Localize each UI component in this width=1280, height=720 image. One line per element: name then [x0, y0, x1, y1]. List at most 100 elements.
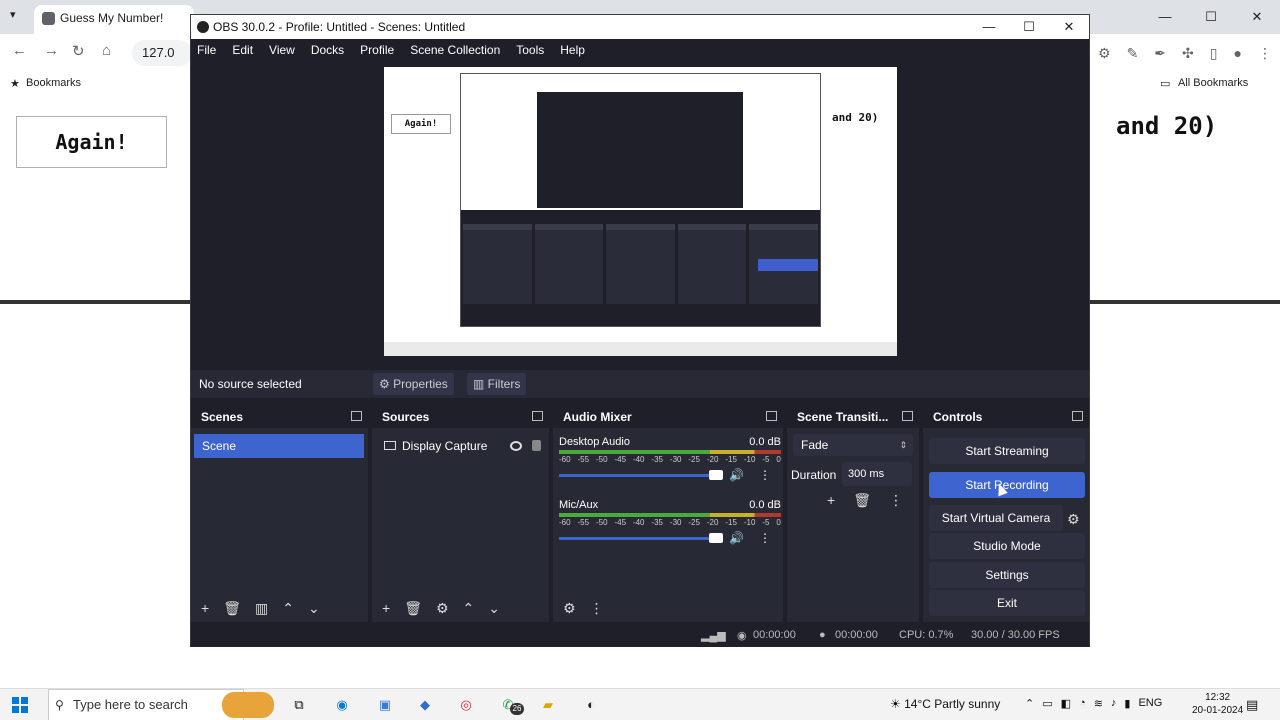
remove-source-icon[interactable]: 🗑: [404, 600, 422, 617]
undock-icon[interactable]: [766, 411, 777, 421]
task-view-icon[interactable]: ⧉: [288, 694, 310, 716]
mixer-menu-icon[interactable]: ⋮: [590, 600, 604, 617]
channel-menu-icon[interactable]: ⋮: [759, 531, 771, 545]
tray-volume-icon[interactable]: ♪: [1111, 697, 1117, 710]
start-streaming-button[interactable]: Start Streaming: [929, 438, 1085, 464]
extension-icon[interactable]: ⚙: [1098, 45, 1111, 62]
undock-icon[interactable]: [1072, 411, 1083, 421]
transition-menu-icon[interactable]: ⋮: [889, 492, 903, 509]
menu-view[interactable]: View: [269, 39, 295, 61]
tab-search-icon[interactable]: ▾: [10, 8, 16, 21]
profile-icon[interactable]: ●: [1233, 45, 1241, 61]
pen-icon[interactable]: ✒: [1154, 45, 1166, 62]
menu-tools[interactable]: Tools: [516, 39, 544, 61]
language-indicator[interactable]: ENG: [1138, 697, 1162, 710]
scene-transitions-header: Scene Transiti...: [787, 406, 919, 428]
channel-menu-icon[interactable]: ⋮: [759, 468, 771, 482]
speaker-icon[interactable]: 🔊: [729, 468, 744, 482]
volume-slider-handle[interactable]: [709, 533, 723, 543]
maximize-icon[interactable]: ☐: [1009, 15, 1049, 39]
remove-scene-icon[interactable]: 🗑: [223, 600, 241, 617]
menu-help[interactable]: Help: [560, 39, 585, 61]
move-down-icon[interactable]: ⌄: [308, 600, 320, 617]
home-icon[interactable]: ⌂: [102, 42, 111, 59]
maximize-icon[interactable]: ☐: [1188, 0, 1234, 34]
tray-app-icon[interactable]: ▭: [1042, 697, 1052, 710]
bookmarks-star-icon: ★: [10, 78, 20, 90]
start-recording-button[interactable]: Start Recording: [929, 472, 1085, 498]
undock-icon[interactable]: [351, 411, 362, 421]
volume-slider[interactable]: [559, 474, 709, 477]
add-transition-icon[interactable]: +: [827, 492, 835, 509]
notification-icon[interactable]: ▤: [1246, 697, 1258, 713]
store-icon[interactable]: ▣: [374, 694, 396, 716]
properties-button[interactable]: ⚙ Properties: [373, 373, 454, 395]
edit-icon[interactable]: ✎: [1127, 45, 1139, 62]
add-source-icon[interactable]: +: [382, 600, 390, 616]
scene-list-item[interactable]: Scene: [194, 434, 364, 458]
chrome-icon[interactable]: ◎: [455, 694, 477, 716]
edge-icon[interactable]: ◉: [331, 694, 353, 716]
bookmarks-label[interactable]: Bookmarks: [26, 77, 81, 89]
browser-tab[interactable]: Guess My Number!: [34, 5, 194, 34]
move-up-icon[interactable]: ⌃: [282, 600, 294, 617]
remove-transition-icon[interactable]: 🗑: [853, 492, 871, 509]
windows-start-icon[interactable]: [12, 697, 28, 713]
minimize-icon[interactable]: —: [969, 15, 1009, 39]
menu-docks[interactable]: Docks: [311, 39, 344, 61]
tray-wifi-icon[interactable]: ≋: [1094, 697, 1103, 710]
exit-button[interactable]: Exit: [929, 590, 1085, 616]
scene-filters-icon[interactable]: ▥: [255, 600, 268, 617]
close-icon[interactable]: ✕: [1049, 15, 1089, 39]
reload-icon[interactable]: ↻: [72, 42, 85, 60]
undock-icon[interactable]: [902, 411, 913, 421]
scale-tick: -25: [688, 518, 700, 527]
tray-battery-icon[interactable]: ▮: [1124, 697, 1130, 710]
menu-file[interactable]: File: [197, 39, 216, 61]
menu-edit[interactable]: Edit: [232, 39, 253, 61]
menu-scene-collection[interactable]: Scene Collection: [410, 39, 500, 61]
close-icon[interactable]: ✕: [1234, 0, 1280, 34]
tray-app-icon[interactable]: ◧: [1061, 697, 1071, 710]
vscode-icon[interactable]: ◆: [414, 694, 436, 716]
virtual-camera-settings-icon[interactable]: ⚙: [1067, 511, 1080, 528]
advanced-audio-icon[interactable]: ⚙: [563, 600, 576, 617]
taskbar-clock[interactable]: 12:32 20-01-2024: [1192, 691, 1243, 717]
source-list-item[interactable]: Display Capture: [382, 434, 542, 458]
minimize-icon[interactable]: —: [1142, 0, 1188, 34]
speaker-icon[interactable]: 🔊: [729, 531, 744, 545]
add-scene-icon[interactable]: +: [201, 600, 209, 616]
file-explorer-icon[interactable]: ▰: [537, 694, 559, 716]
puzzle-icon[interactable]: ✣: [1182, 45, 1194, 62]
news-widget-icon[interactable]: [222, 692, 274, 718]
taskbar-search[interactable]: ⚲ Type here to search: [48, 689, 244, 720]
transition-select[interactable]: Fade ⇕: [793, 434, 913, 456]
move-down-icon[interactable]: ⌄: [488, 600, 500, 617]
undock-icon[interactable]: [532, 411, 543, 421]
obs-taskbar-icon[interactable]: ◐: [580, 694, 602, 716]
back-icon[interactable]: ←: [12, 42, 27, 59]
volume-slider-handle[interactable]: [709, 470, 723, 480]
again-button[interactable]: Again!: [16, 116, 167, 168]
settings-button[interactable]: Settings: [929, 562, 1085, 588]
studio-mode-button[interactable]: Studio Mode: [929, 533, 1085, 559]
preview-canvas[interactable]: Again! and 20): [384, 67, 897, 356]
filters-button[interactable]: ▥ Filters: [467, 373, 527, 395]
preview-area: Again! and 20): [191, 61, 1089, 361]
start-virtual-camera-button[interactable]: Start Virtual Camera: [929, 505, 1063, 531]
tray-expand-icon[interactable]: ⌃: [1025, 697, 1034, 710]
address-bar[interactable]: 127.0: [132, 40, 192, 66]
source-properties-icon[interactable]: ⚙: [436, 600, 449, 617]
duration-spinbox[interactable]: 300 ms: [842, 462, 912, 486]
forward-icon[interactable]: →: [44, 42, 59, 59]
lock-icon[interactable]: [532, 440, 541, 451]
sidebar-icon[interactable]: ▯: [1210, 45, 1218, 62]
menu-profile[interactable]: Profile: [360, 39, 394, 61]
menu-icon[interactable]: ⋮: [1258, 45, 1272, 62]
all-bookmarks-label[interactable]: All Bookmarks: [1178, 77, 1248, 89]
weather-widget[interactable]: ☀ 14°C Partly sunny: [890, 697, 1000, 711]
move-up-icon[interactable]: ⌃: [463, 600, 475, 617]
visibility-eye-icon[interactable]: [510, 441, 522, 451]
tray-network-icon[interactable]: ◔: [1079, 697, 1086, 710]
volume-slider[interactable]: [559, 537, 709, 540]
